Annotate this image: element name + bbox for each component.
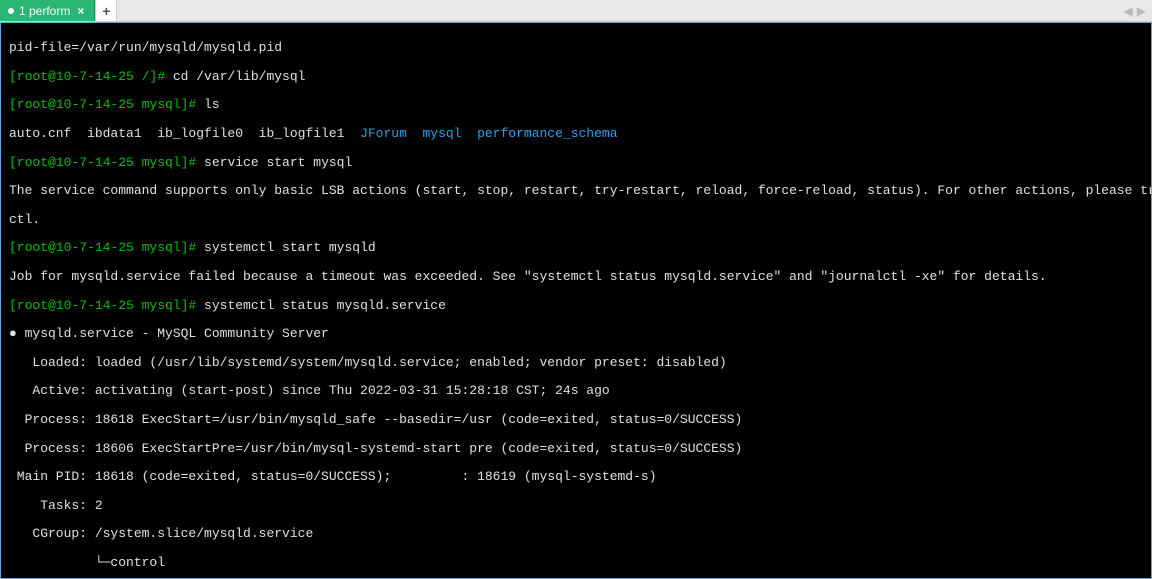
nav-next-icon[interactable]: ▶ (1137, 4, 1146, 18)
command: cd /var/lib/mysql (173, 69, 306, 84)
prompt: [root@10-7-14-25 mysql]# (9, 240, 204, 255)
output-line: The service command supports only basic … (9, 183, 1152, 198)
command: systemctl status mysqld.service (204, 298, 446, 313)
tab-perform[interactable]: 1 perform × (0, 0, 95, 21)
ls-dirs: JForum mysql performance_schema (360, 126, 617, 141)
terminal-output[interactable]: pid-file=/var/run/mysqld/mysqld.pid [roo… (0, 22, 1152, 579)
tab-add-button[interactable]: + (95, 0, 117, 21)
tab-status-dot-icon (8, 8, 14, 14)
output-line: └─control (9, 555, 165, 570)
tab-label: 1 perform (19, 4, 70, 18)
output-line: CGroup: /system.slice/mysqld.service (9, 526, 313, 541)
prompt: [root@10-7-14-25 mysql]# (9, 298, 204, 313)
tab-close-icon[interactable]: × (75, 4, 86, 18)
tab-nav: ◀ ▶ (1118, 0, 1152, 21)
command: service start mysql (204, 155, 352, 170)
output-line: Tasks: 2 (9, 498, 103, 513)
prompt: [root@10-7-14-25 mysql]# (9, 155, 204, 170)
output-line: Active: activating (start-post) since Th… (9, 383, 610, 398)
tab-spacer (117, 0, 1117, 21)
tab-bar: 1 perform × + ◀ ▶ (0, 0, 1152, 22)
output-line: Process: 18618 ExecStart=/usr/bin/mysqld… (9, 412, 742, 427)
command: systemctl start mysqld (204, 240, 376, 255)
output-line: Loaded: loaded (/usr/lib/systemd/system/… (9, 355, 727, 370)
prompt: [root@10-7-14-25 /]# (9, 69, 173, 84)
output-line: ctl. (9, 212, 40, 227)
nav-prev-icon[interactable]: ◀ (1124, 4, 1133, 18)
output-line: Main PID: 18618 (code=exited, status=0/S… (9, 469, 657, 484)
output-line: Process: 18606 ExecStartPre=/usr/bin/mys… (9, 441, 742, 456)
prompt: [root@10-7-14-25 mysql]# (9, 97, 204, 112)
command: ls (204, 97, 220, 112)
ls-output: auto.cnf ibdata1 ib_logfile0 ib_logfile1 (9, 126, 360, 141)
output-line: pid-file=/var/run/mysqld/mysqld.pid (9, 40, 282, 55)
output-line: Job for mysqld.service failed because a … (9, 269, 1047, 284)
output-line: ● mysqld.service - MySQL Community Serve… (9, 326, 329, 341)
